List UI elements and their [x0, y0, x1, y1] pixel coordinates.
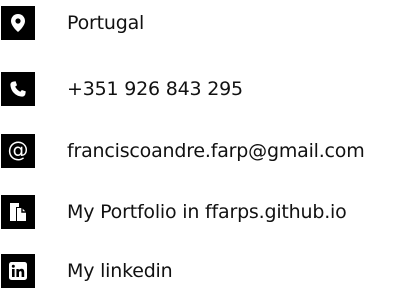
map-marker-icon [1, 6, 35, 40]
at-icon: @ [1, 134, 35, 168]
email-link[interactable]: franciscoandre.farp@gmail.com [67, 140, 365, 162]
contact-item-linkedin: My linkedin [0, 254, 415, 288]
contact-item-location: Portugal [0, 6, 415, 40]
linkedin-link[interactable]: My linkedin [67, 260, 173, 282]
portfolio-link[interactable]: My Portfolio in ffarps.github.io [67, 201, 347, 223]
portfolio-icon [1, 195, 35, 229]
phone-icon [1, 72, 35, 106]
at-glyph: @ [7, 137, 29, 162]
contact-item-portfolio: My Portfolio in ffarps.github.io [0, 195, 415, 229]
contact-item-email: @ franciscoandre.farp@gmail.com [0, 134, 415, 168]
location-text: Portugal [67, 12, 145, 34]
linkedin-icon [1, 254, 35, 288]
phone-number-link[interactable]: +351 926 843 295 [67, 78, 243, 100]
contact-item-phone: +351 926 843 295 [0, 72, 415, 106]
